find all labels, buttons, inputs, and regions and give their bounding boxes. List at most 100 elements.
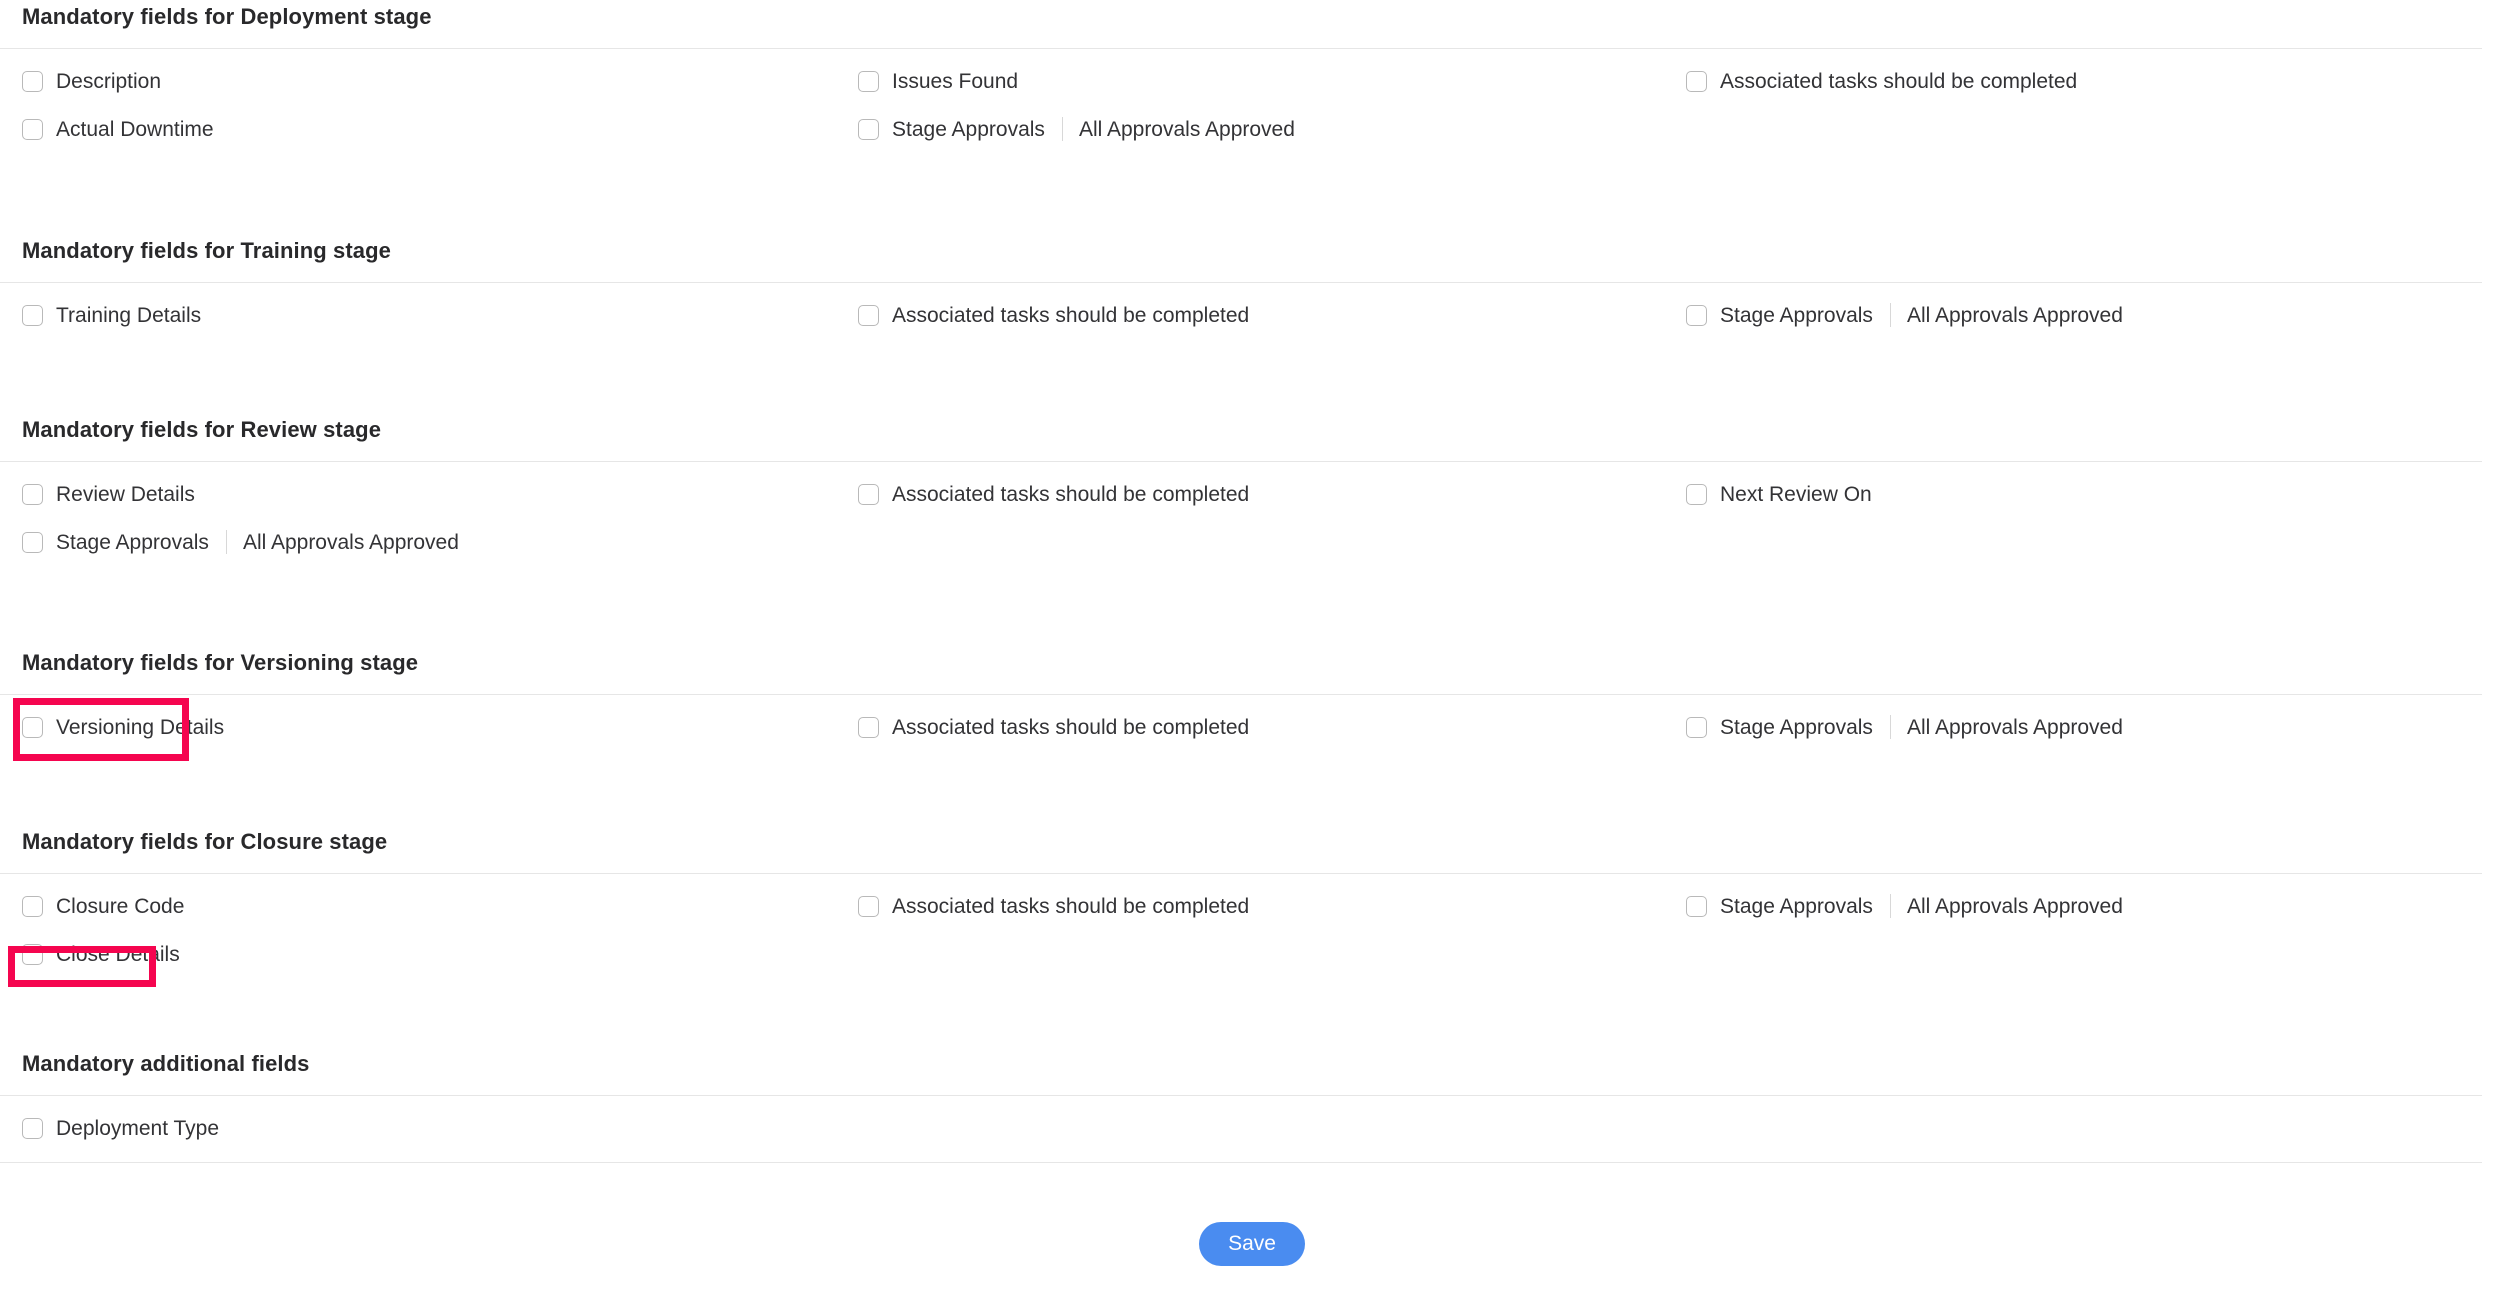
- rows-closure: Closure Code Associated tasks should be …: [0, 874, 2504, 988]
- checkbox-label: Associated tasks should be completed: [892, 482, 1250, 506]
- checkbox-field-associated-tasks[interactable]: Associated tasks should be completed: [858, 480, 1249, 508]
- checkbox-icon[interactable]: [858, 118, 879, 140]
- checkbox-label: Stage Approvals: [1720, 894, 1873, 918]
- stage-approvals-condition: All Approvals Approved: [1906, 303, 2123, 327]
- checkbox-icon[interactable]: [858, 483, 879, 505]
- checkbox-field-associated-tasks[interactable]: Associated tasks should be completed: [858, 892, 1249, 920]
- checkbox-field-associated-tasks[interactable]: Associated tasks should be completed: [858, 301, 1249, 329]
- checkbox-field-stage-approvals[interactable]: Stage Approvals All Approvals Approved: [858, 115, 1295, 143]
- checkbox-field-stage-approvals[interactable]: Stage Approvals All Approvals Approved: [1686, 301, 2123, 329]
- checkbox-icon[interactable]: [1686, 895, 1707, 917]
- section-title-deployment: Mandatory fields for Deployment stage: [22, 4, 432, 29]
- checkbox-icon[interactable]: [858, 304, 879, 326]
- checkbox-icon[interactable]: [22, 118, 43, 140]
- rows-additional: Deployment Type: [0, 1096, 2504, 1162]
- section-title-additional: Mandatory additional fields: [22, 1051, 310, 1076]
- checkbox-icon[interactable]: [22, 304, 43, 326]
- footer-actions: Save: [0, 1222, 2504, 1266]
- checkbox-field-stage-approvals[interactable]: Stage Approvals All Approvals Approved: [1686, 713, 2123, 741]
- vertical-divider: [1889, 894, 1891, 918]
- section-closure-stage: Mandatory fields for Closure stage Closu…: [0, 831, 2504, 988]
- checkbox-icon[interactable]: [858, 70, 879, 92]
- checkbox-icon[interactable]: [858, 716, 879, 738]
- rows-review: Review Details Associated tasks should b…: [0, 462, 2504, 576]
- checkbox-field-issues-found[interactable]: Issues Found: [858, 67, 1018, 95]
- checkbox-label: Description: [56, 69, 162, 93]
- checkbox-field-stage-approvals[interactable]: Stage Approvals All Approvals Approved: [1686, 892, 2123, 920]
- vertical-divider: [1061, 117, 1063, 141]
- section-training-stage: Mandatory fields for Training stage Trai…: [0, 240, 2504, 349]
- stage-approvals-condition: All Approvals Approved: [1906, 894, 2123, 918]
- stage-approvals-condition: All Approvals Approved: [242, 530, 459, 554]
- checkbox-label: Associated tasks should be completed: [892, 894, 1250, 918]
- checkbox-label: Review Details: [56, 482, 195, 506]
- section-additional-fields: Mandatory additional fields Deployment T…: [0, 1053, 2504, 1163]
- vertical-divider: [1889, 715, 1891, 739]
- rows-versioning: Versioning Details Associated tasks shou…: [0, 695, 2504, 761]
- checkbox-icon[interactable]: [22, 1117, 43, 1139]
- checkbox-label: Next Review On: [1720, 482, 1872, 506]
- checkbox-label: Stage Approvals: [1720, 715, 1873, 739]
- section-review-stage: Mandatory fields for Review stage Review…: [0, 419, 2504, 576]
- mandatory-fields-settings-page: Mandatory fields for Deployment stage De…: [0, 0, 2504, 1292]
- section-title-training: Mandatory fields for Training stage: [22, 238, 392, 263]
- checkbox-icon[interactable]: [22, 943, 43, 965]
- table-row: Versioning Details Associated tasks shou…: [0, 713, 2504, 761]
- checkbox-label: Associated tasks should be completed: [1720, 69, 2078, 93]
- checkbox-label: Training Details: [56, 303, 202, 327]
- checkbox-label: Stage Approvals: [1720, 303, 1873, 327]
- checkbox-field-description[interactable]: Description: [22, 67, 161, 95]
- table-row: Training Details Associated tasks should…: [0, 301, 2504, 349]
- table-row: Closure Code Associated tasks should be …: [0, 892, 2504, 940]
- checkbox-label: Actual Downtime: [56, 117, 214, 141]
- checkbox-field-close-details[interactable]: Close Details: [22, 940, 180, 968]
- checkbox-icon[interactable]: [858, 895, 879, 917]
- checkbox-field-deployment-type[interactable]: Deployment Type: [22, 1114, 219, 1142]
- section-title-versioning: Mandatory fields for Versioning stage: [22, 650, 419, 675]
- table-row: Deployment Type: [0, 1114, 2504, 1162]
- checkbox-field-actual-downtime[interactable]: Actual Downtime: [22, 115, 214, 143]
- checkbox-icon[interactable]: [22, 70, 43, 92]
- section-deployment-stage: Mandatory fields for Deployment stage De…: [0, 6, 2504, 163]
- checkbox-field-versioning-details[interactable]: Versioning Details: [22, 713, 224, 741]
- checkbox-icon[interactable]: [22, 531, 43, 553]
- checkbox-label: Issues Found: [892, 69, 1019, 93]
- save-button[interactable]: Save: [1199, 1222, 1305, 1266]
- checkbox-icon[interactable]: [22, 716, 43, 738]
- section-versioning-stage: Mandatory fields for Versioning stage Ve…: [0, 652, 2504, 761]
- checkbox-icon[interactable]: [22, 895, 43, 917]
- checkbox-field-associated-tasks[interactable]: Associated tasks should be completed: [1686, 67, 2077, 95]
- section-title-review: Mandatory fields for Review stage: [22, 417, 382, 442]
- checkbox-icon[interactable]: [1686, 70, 1707, 92]
- table-row: Description Issues Found Associated task…: [0, 67, 2504, 115]
- rows-training: Training Details Associated tasks should…: [0, 283, 2504, 349]
- checkbox-field-training-details[interactable]: Training Details: [22, 301, 201, 329]
- checkbox-icon[interactable]: [1686, 304, 1707, 326]
- checkbox-icon[interactable]: [1686, 483, 1707, 505]
- checkbox-label: Versioning Details: [56, 715, 225, 739]
- table-row: Review Details Associated tasks should b…: [0, 480, 2504, 528]
- checkbox-label: Deployment Type: [56, 1116, 220, 1140]
- checkbox-icon[interactable]: [22, 483, 43, 505]
- table-row: Actual Downtime Stage Approvals All Appr…: [0, 115, 2504, 163]
- checkbox-label: Stage Approvals: [56, 530, 209, 554]
- stage-approvals-condition: All Approvals Approved: [1078, 117, 1295, 141]
- table-row: Stage Approvals All Approvals Approved: [0, 528, 2504, 576]
- checkbox-field-stage-approvals[interactable]: Stage Approvals All Approvals Approved: [22, 528, 459, 556]
- checkbox-label: Close Details: [56, 942, 180, 966]
- rows-deployment: Description Issues Found Associated task…: [0, 49, 2504, 163]
- checkbox-label: Closure Code: [56, 894, 185, 918]
- checkbox-field-review-details[interactable]: Review Details: [22, 480, 195, 508]
- vertical-divider: [225, 530, 227, 554]
- checkbox-field-associated-tasks[interactable]: Associated tasks should be completed: [858, 713, 1249, 741]
- checkbox-label: Stage Approvals: [892, 117, 1045, 141]
- section-bottom-divider: [0, 1162, 2482, 1163]
- table-row: Close Details: [0, 940, 2504, 988]
- checkbox-field-next-review-on[interactable]: Next Review On: [1686, 480, 1872, 508]
- vertical-divider: [1889, 303, 1891, 327]
- checkbox-field-closure-code[interactable]: Closure Code: [22, 892, 184, 920]
- section-title-closure: Mandatory fields for Closure stage: [22, 829, 388, 854]
- checkbox-icon[interactable]: [1686, 716, 1707, 738]
- checkbox-label: Associated tasks should be completed: [892, 303, 1250, 327]
- checkbox-label: Associated tasks should be completed: [892, 715, 1250, 739]
